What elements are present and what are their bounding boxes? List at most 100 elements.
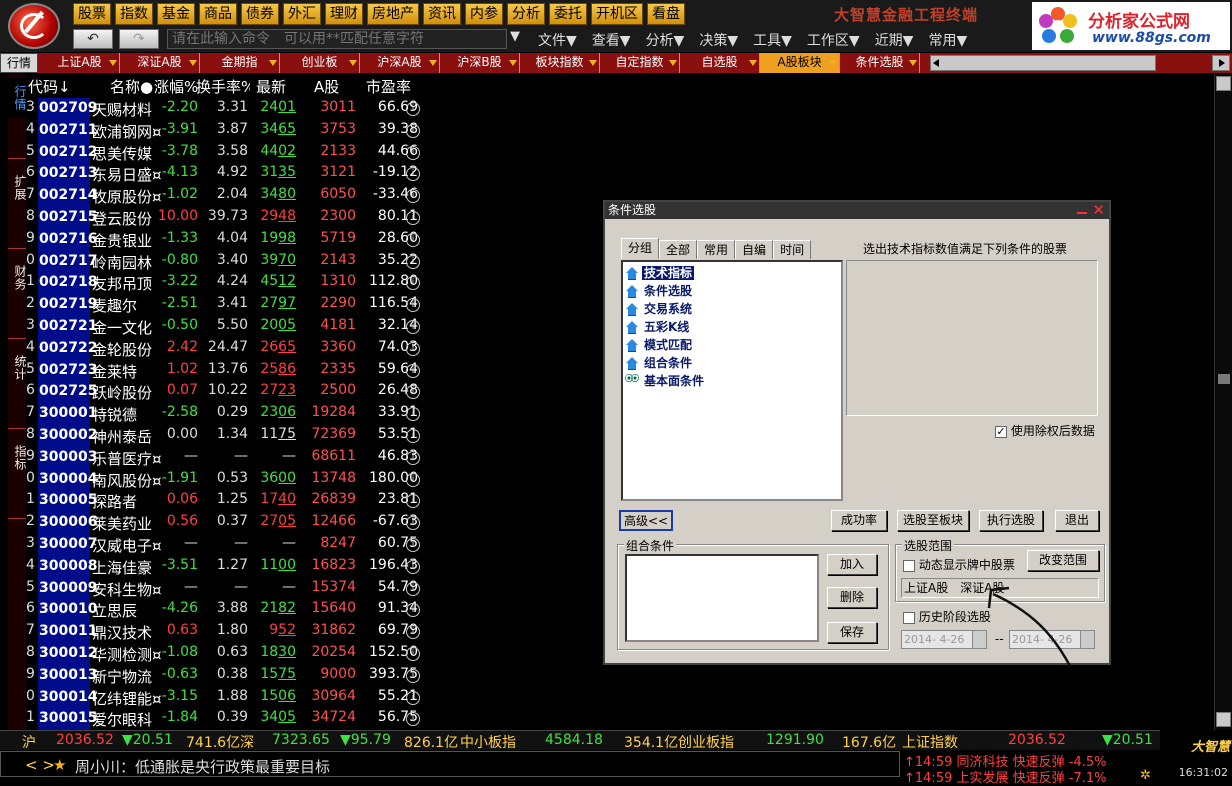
table-row[interactable]: 9 300003 乐普医疗¤ — — —68611 46.83 i — [26, 446, 426, 469]
advanced-button[interactable]: 高级<< — [619, 510, 673, 531]
info-icon[interactable]: i — [406, 145, 420, 160]
app-logo-icon[interactable] — [8, 3, 60, 49]
table-row[interactable]: 6 300010 立思辰 -4.26 3.88 2182 15640 91.34 i — [26, 599, 426, 622]
top-menu-item[interactable]: 看盘 — [647, 3, 685, 25]
exit-button[interactable]: 退出 — [1055, 510, 1099, 531]
market-tab[interactable]: 板块指数 — [520, 53, 600, 73]
table-row[interactable]: 5 002712 思美传媒 -3.78 3.58 4402 2133 44.66 i — [26, 141, 426, 164]
market-tab[interactable]: 条件选股 — [840, 53, 920, 73]
table-row[interactable]: 7 300001 特锐德 -2.58 0.29 2306 19284 33.91 i — [26, 403, 426, 426]
tab-dropdown-icon[interactable] — [669, 60, 677, 66]
info-icon[interactable]: i — [406, 690, 420, 705]
header-turnover[interactable]: 换手率% — [196, 76, 250, 97]
top-menu-item[interactable]: 委托 — [549, 3, 587, 25]
tab-dropdown-icon[interactable] — [269, 60, 277, 66]
date-to-field[interactable]: 2014- 4-26 — [1009, 630, 1095, 649]
history-select-option[interactable]: 历史阶段选股 — [903, 608, 991, 625]
add-button[interactable]: 加入 — [827, 554, 877, 575]
dialog-titlebar[interactable]: 条件选股 ✕ — [605, 202, 1109, 219]
function-menu-item[interactable]: 分析▼ — [646, 30, 685, 50]
tab-dropdown-icon[interactable] — [509, 60, 517, 66]
info-icon[interactable]: i — [406, 559, 420, 574]
tab-dropdown-icon[interactable] — [189, 60, 197, 66]
command-dropdown-icon[interactable]: ▼ — [510, 29, 520, 44]
table-row[interactable]: 4 002711 欧浦钢网¤ -3.91 3.87 3465 3753 39.38 i — [26, 119, 426, 142]
top-menu-item[interactable]: 外汇 — [283, 3, 321, 25]
header-last[interactable]: 最新 — [256, 76, 286, 97]
info-icon[interactable]: i — [406, 472, 420, 487]
tab-scroll-right[interactable] — [1212, 55, 1230, 71]
top-menu-item[interactable]: 内参 — [465, 3, 503, 25]
table-row[interactable]: 4 002722 金轮股份 2.42 24.47 2665 3360 74.03 i — [26, 337, 426, 360]
table-row[interactable]: 8 300002 神州泰岳 0.00 1.34 1175 72369 53.51 i — [26, 425, 426, 447]
scroll-up-button[interactable] — [1216, 76, 1231, 91]
side-tab[interactable]: 扩展 — [8, 168, 27, 208]
header-code[interactable]: 代码↓ — [28, 76, 71, 97]
scroll-down-button[interactable] — [1216, 712, 1231, 727]
info-icon[interactable]: i — [406, 538, 420, 552]
dialog-tab[interactable]: 时间 — [773, 240, 812, 259]
table-row[interactable]: 1 002718 友邦吊顶 -3.22 4.24 4512 1310 112.80 i — [26, 272, 426, 295]
function-menu-item[interactable]: 决策▼ — [699, 30, 738, 50]
tree-item[interactable]: 五彩K线 — [625, 318, 691, 336]
function-menu-item[interactable]: 查看▼ — [592, 30, 631, 50]
formula-tree[interactable]: 技术指标条件选股交易系统五彩K线模式匹配组合条件基本面条件 — [621, 260, 843, 501]
to-block-button[interactable]: 选股至板块 — [897, 510, 969, 531]
tab-dropdown-icon[interactable] — [349, 60, 357, 66]
info-icon[interactable]: i — [406, 581, 420, 596]
back-button[interactable]: ↶ — [73, 29, 113, 49]
news-headline[interactable]: 周小川：低通胀是央行政策最重要目标 — [75, 756, 330, 777]
tree-item[interactable]: 基本面条件 — [625, 372, 706, 390]
tab-dropdown-icon[interactable] — [429, 60, 437, 66]
command-input[interactable] — [167, 29, 507, 49]
info-icon[interactable]: i — [406, 363, 420, 378]
market-tab[interactable]: 沪深A股 — [360, 53, 440, 73]
function-menu-item[interactable]: 工具▼ — [753, 30, 792, 50]
tree-item[interactable]: 条件选股 — [625, 282, 694, 300]
date-to-spinner-icon[interactable] — [1080, 631, 1094, 648]
function-menu-item[interactable]: 文件▼ — [538, 30, 577, 50]
date-from-spinner-icon[interactable] — [972, 631, 986, 648]
table-row[interactable]: 0 002717 岭南园林 -0.80 3.40 3970 2143 35.22 i — [26, 250, 426, 273]
table-row[interactable]: 6 002725 跃岭股份 0.07 10.22 2723 2500 26.48 i — [26, 381, 426, 404]
scroll-thumb[interactable] — [1218, 374, 1230, 384]
minimize-icon[interactable] — [1077, 204, 1087, 214]
success-rate-button[interactable]: 成功率 — [831, 510, 887, 531]
date-from-field[interactable]: 2014- 4-26 — [901, 630, 987, 649]
table-row[interactable]: 9 300013 新宁物流 -0.63 0.38 1575 9000 393.75 i — [26, 664, 426, 687]
header-ashare[interactable]: A股 — [314, 76, 339, 97]
info-icon[interactable]: i — [406, 341, 420, 356]
table-row[interactable]: 2 002719 麦趣尔 -2.51 3.41 2797 2290 116.54 i — [26, 294, 426, 317]
combo-condition-list[interactable] — [625, 554, 819, 642]
scroll-left-icon[interactable] — [933, 59, 939, 67]
header-change[interactable]: 涨幅% — [154, 76, 200, 97]
market-tab[interactable]: 金期指 — [200, 53, 280, 73]
top-menu-item[interactable]: 资讯 — [423, 3, 461, 25]
history-select-checkbox[interactable] — [903, 611, 915, 624]
alert-item[interactable]: ↑14:59 上实发展 快速反弹 -7.1% — [904, 767, 1106, 786]
market-tab[interactable]: 自定指数 — [600, 53, 680, 73]
tab-dropdown-icon[interactable] — [829, 60, 837, 66]
gear-icon[interactable]: ✲ — [1140, 768, 1151, 783]
scroll-right-icon[interactable] — [1219, 59, 1225, 67]
info-icon[interactable]: i — [406, 647, 420, 661]
top-menu-item[interactable]: 商品 — [199, 3, 237, 25]
market-tab[interactable]: 自选股 — [680, 53, 760, 73]
dynamic-show-option[interactable]: 动态显示牌中股票 — [903, 556, 1015, 573]
market-tab[interactable]: A股板块 — [760, 53, 840, 73]
table-row[interactable]: 6 002713 东易日盛¤ -4.13 4.92 3135 3121 -19.12 i — [26, 163, 426, 186]
table-row[interactable]: 9 002716 金贵银业 -1.33 4.04 1998 5719 28.60 i — [26, 228, 426, 251]
top-menu-item[interactable]: 分析 — [507, 3, 545, 25]
table-row[interactable]: 4 300008 上海佳豪 -3.51 1.27 1100 16823 196.43 i — [26, 555, 426, 578]
tab-dropdown-icon[interactable] — [749, 60, 757, 66]
close-icon[interactable]: ✕ — [1092, 202, 1105, 218]
info-icon[interactable]: i — [406, 450, 420, 465]
tree-item[interactable]: 组合条件 — [625, 354, 694, 372]
vertical-scrollbar[interactable] — [1214, 74, 1232, 730]
table-row[interactable]: 1 300015 爱尔眼科 -1.84 0.39 3405 34724 56.75 i — [26, 708, 426, 731]
table-row[interactable]: 0 300014 亿纬锂能¤ -3.15 1.88 1506 30964 55.21 i — [26, 686, 426, 709]
table-row[interactable]: 2 300006 莱美药业 0.56 0.37 2705 12466 -67.63 i — [26, 512, 426, 535]
header-name[interactable]: 名称● — [110, 76, 153, 97]
info-icon[interactable]: i — [406, 123, 420, 138]
info-icon[interactable]: i — [406, 429, 420, 443]
